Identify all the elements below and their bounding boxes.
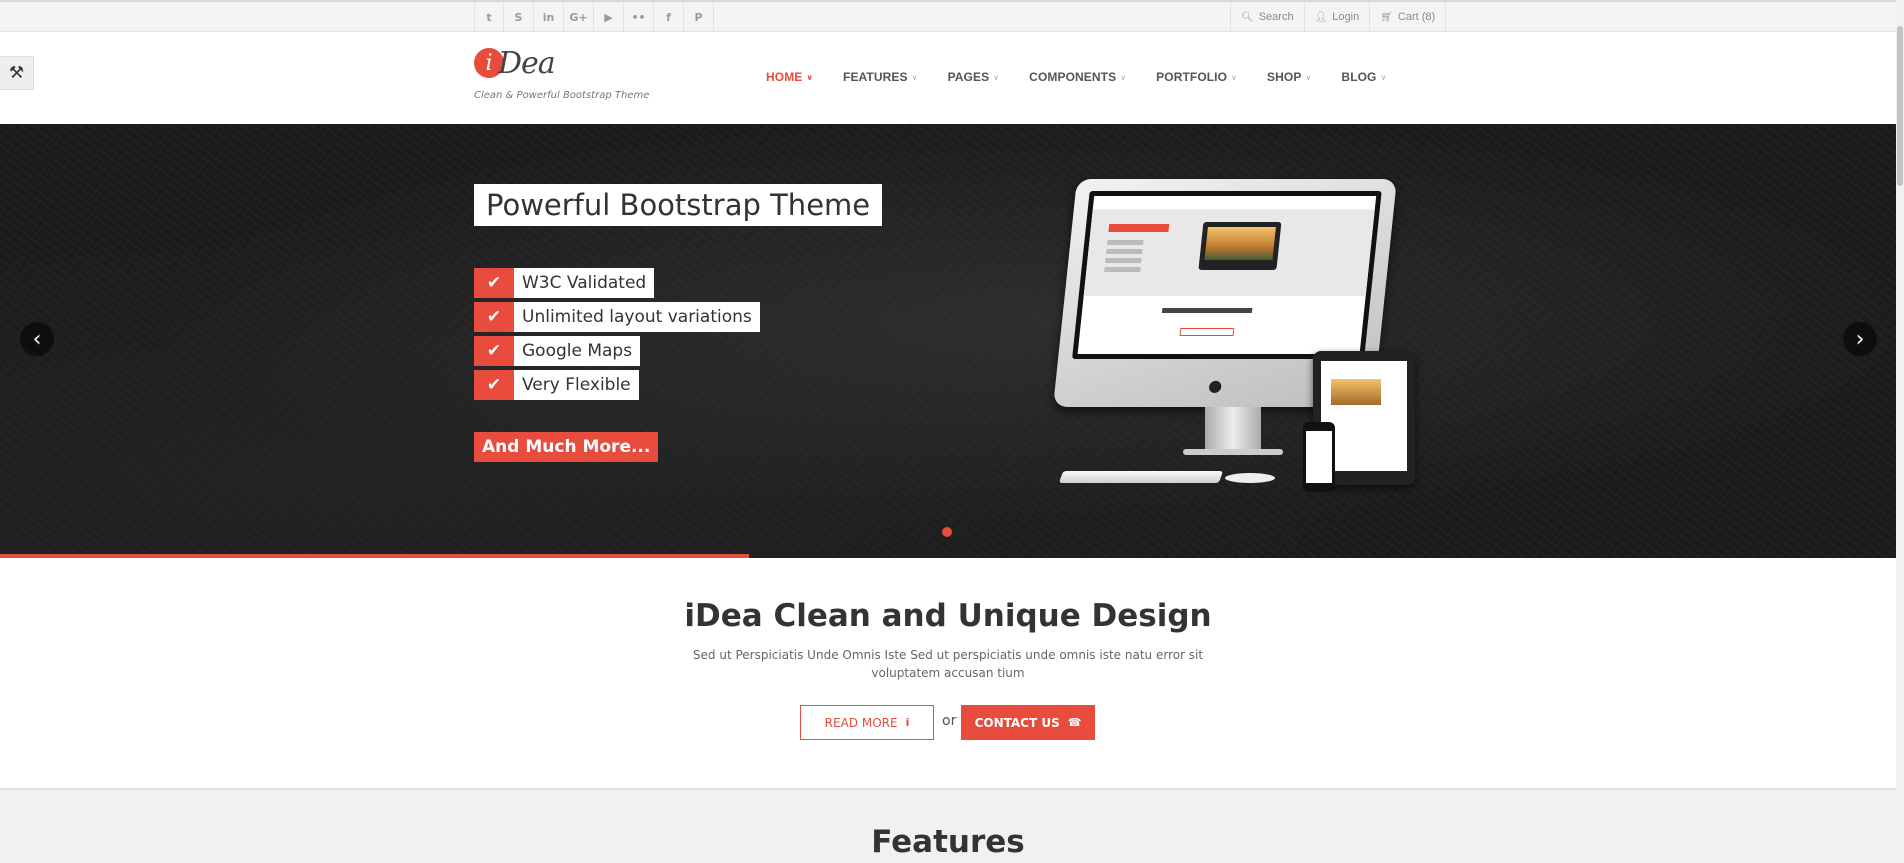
scrollbar-thumb[interactable] (1897, 26, 1903, 186)
slider-next-arrow-icon[interactable]: › (1843, 322, 1877, 356)
or-text: or (942, 713, 957, 729)
slider-progress-fill (0, 554, 749, 558)
nav-item-portfolio[interactable]: PORTFOLIO ∨ (1156, 70, 1237, 84)
nav-item-label: SHOP (1267, 70, 1302, 84)
nav-item-label: COMPONENTS (1029, 70, 1117, 84)
nav-item-label: BLOG (1341, 70, 1377, 84)
hero-check-item: ✔ W3C Validated (474, 268, 655, 298)
hero-check-item: ✔ Unlimited layout variations (474, 302, 760, 332)
slider-prev-arrow-icon[interactable]: ‹ (20, 322, 54, 356)
chevron-down-icon: ∨ (1120, 72, 1127, 82)
read-more-label: READ MORE (824, 715, 898, 730)
nav-item-features[interactable]: FEATURES ∨ (843, 70, 918, 84)
nav-item-label: HOME (766, 70, 803, 84)
site-logo[interactable]: i Dea Clean & Powerful Bootstrap Theme (474, 46, 654, 104)
slider-bullets (926, 527, 968, 537)
main-nav: HOME ∨ FEATURES ∨ PAGES ∨ COMPONENTS ∨ PORTFOLIO… (766, 70, 1416, 84)
pinterest-icon[interactable]: P (684, 2, 714, 32)
chevron-down-icon: ∨ (806, 72, 814, 82)
phone-icon: ☎ (1067, 716, 1082, 729)
logo-text: Dea (498, 46, 556, 81)
style-switcher-tools-icon[interactable]: ⚒ (0, 56, 34, 90)
nav-item-components[interactable]: COMPONENTS ∨ (1029, 70, 1126, 84)
chevron-down-icon: ∨ (911, 72, 918, 82)
twitter-icon[interactable]: t (474, 2, 504, 32)
info-icon: i (905, 716, 910, 729)
checkmark-icon: ✔ (474, 268, 514, 298)
phone-device (1303, 422, 1335, 492)
hero-check-text: Very Flexible (514, 370, 639, 400)
nav-item-label: PORTFOLIO (1156, 70, 1228, 84)
hero-check-text: W3C Validated (514, 268, 655, 298)
chevron-down-icon: ∨ (1380, 72, 1387, 82)
contact-us-label: CONTACT US (974, 715, 1060, 730)
checkmark-icon: ✔ (474, 336, 514, 366)
chevron-down-icon: ∨ (1305, 72, 1312, 82)
login-link[interactable]: 👤︎ Login (1303, 2, 1370, 32)
nav-item-label: FEATURES (843, 70, 908, 84)
linkedin-icon[interactable]: in (534, 2, 564, 32)
cart-label: Cart (8) (1397, 11, 1436, 23)
hero-check-item: ✔ Very Flexible (474, 370, 639, 400)
skype-icon[interactable]: S (504, 2, 534, 32)
imac-screen (1072, 191, 1382, 359)
hero-check-text: Google Maps (514, 336, 641, 366)
nav-item-label: PAGES (947, 70, 990, 84)
hero-check-item: ✔ Google Maps (474, 336, 641, 366)
top-links: 🔍︎ Search 👤︎ Login 🛒︎ Cart (8) (1230, 2, 1447, 32)
slider-progress-bar (0, 554, 1896, 558)
user-icon: 👤︎ (1314, 11, 1328, 23)
slider-bullet[interactable] (926, 527, 936, 537)
social-links: t Sin G+ ▶ •• f P (474, 2, 714, 32)
hero-check-text: Unlimited layout variations (514, 302, 760, 332)
hero-slider: Powerful Bootstrap Theme ✔ W3C Validated ✔… (0, 124, 1896, 558)
facebook-icon[interactable]: f (654, 2, 684, 32)
search-link[interactable]: 🔍︎ Search (1230, 2, 1304, 32)
features-title: Features (871, 824, 1025, 860)
top-bar: t Sin G+ ▶ •• f P 🔍︎ Search 👤︎ Login 🛒︎ Cart (… (0, 0, 1904, 32)
page-scrollbar[interactable] (1896, 0, 1904, 863)
cart-link[interactable]: 🛒︎ Cart (8) (1369, 2, 1447, 32)
mouse (1225, 473, 1275, 483)
keyboard (1058, 471, 1224, 483)
slider-bullet[interactable] (942, 527, 952, 537)
chevron-down-icon: ∨ (1231, 72, 1238, 82)
nav-item-shop[interactable]: SHOP ∨ (1267, 70, 1311, 84)
intro-title: iDea Clean and Unique Design (684, 598, 1212, 634)
intro-subtitle: Sed ut Perspiciatis Unde Omnis Iste Sed … (692, 648, 1204, 680)
contact-us-button[interactable]: CONTACT US ☎ (961, 705, 1095, 740)
hero-title: Powerful Bootstrap Theme (474, 184, 883, 226)
search-label: Search (1258, 11, 1294, 23)
login-label: Login (1332, 11, 1360, 23)
youtube-icon[interactable]: ▶ (594, 2, 624, 32)
read-more-button[interactable]: READ MORE i (800, 705, 934, 740)
nav-item-pages[interactable]: PAGES ∨ (948, 70, 1000, 84)
search-icon: 🔍︎ (1241, 11, 1254, 23)
flickr-icon[interactable]: •• (624, 2, 654, 32)
hero-more-label: And Much More... (474, 432, 659, 462)
chevron-down-icon: ∨ (993, 72, 1000, 82)
site-header: ⚒ i Dea Clean & Powerful Bootstrap Theme… (0, 32, 1904, 124)
cart-icon: 🛒︎ (1380, 11, 1393, 23)
devices-mockup-image: ● (1053, 179, 1420, 514)
nav-item-home[interactable]: HOME ∨ (766, 70, 813, 84)
checkmark-icon: ✔ (474, 302, 514, 332)
features-section: Features (0, 788, 1896, 863)
slider-bullet[interactable] (958, 527, 968, 537)
checkmark-icon: ✔ (474, 370, 514, 400)
logo-tagline: Clean & Powerful Bootstrap Theme (474, 90, 650, 101)
nav-item-blog[interactable]: BLOG ∨ (1341, 70, 1386, 84)
google-plus-icon[interactable]: G+ (564, 2, 594, 32)
